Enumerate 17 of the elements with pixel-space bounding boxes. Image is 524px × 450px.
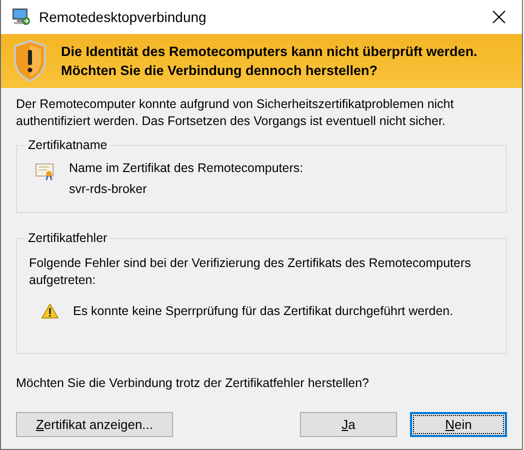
certificate-icon [35,163,55,181]
group-label: Zertifikatfehler [27,231,108,245]
window-title: Remotedesktopverbindung [39,9,208,25]
certificate-name-label: Name im Zertifikat des Remotecomputers: [69,160,304,177]
error-message: Es konnte keine Sperrprüfung für das Zertifikat durchgeführt werden. [73,304,454,318]
remote-desktop-icon [11,8,31,26]
warning-message: Die Identität des Remotecomputers kann nicht überprüft werden. Möchten Sie die Verbindung dennoch herstellen? [61,43,478,80]
dialog-button[interactable]: Ja [300,412,397,437]
errors-description: Folgende Fehler sind bei der Verifizierung des Zertifikats des Remotecomputers aufgetreten: [29,255,472,289]
intro-text: Der Remotecomputer konnte aufgrund von Sicherheitszertifikatproblemen nicht authentifiziert werden. Das Fortsetzen des Vorgangs ist eventuell nicht sicher. [16,96,455,130]
question-text: Möchten Sie die Verbindung trotz der Zertifikatfehler herstellen? [16,376,370,390]
certificate-name-value: svr-rds-broker [69,181,148,198]
group-label: Zertifikatname [27,138,108,152]
warning-icon [41,303,59,319]
view-certificate-button[interactable]: Zertifikat anzeigen... [16,412,173,437]
dialog-button[interactable]: Nein [410,412,507,437]
warning-shield-icon [13,40,47,82]
